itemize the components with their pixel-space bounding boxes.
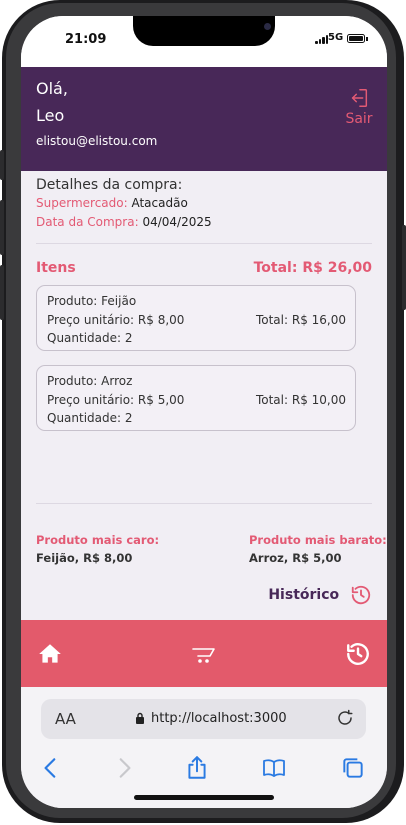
history-link-label: Histórico <box>268 587 340 603</box>
item-card: Produto: Arroz Preço unitário: R$ 5,00 T… <box>36 365 356 431</box>
purchase-total: Total: R$ 26,00 <box>253 260 372 276</box>
item-unit-price: Preço unitário: R$ 5,00 <box>47 393 185 407</box>
home-icon[interactable] <box>37 641 63 667</box>
store-line: Supermercado: Atacadão <box>36 196 188 210</box>
date-line: Data da Compra: 04/04/2025 <box>36 215 212 229</box>
mute-switch <box>0 150 4 180</box>
battery-icon <box>347 34 368 43</box>
home-indicator <box>134 795 274 800</box>
item-quantity: Quantidade: 2 <box>47 331 133 345</box>
history-icon <box>351 585 371 605</box>
user-name: Leo <box>36 106 65 125</box>
cart-icon[interactable] <box>191 641 217 667</box>
divider <box>36 243 372 244</box>
reload-icon[interactable] <box>336 709 354 727</box>
item-unit-price: Preço unitário: R$ 8,00 <box>47 313 185 327</box>
volume-up-button <box>0 200 4 255</box>
item-quantity: Quantidade: 2 <box>47 411 133 425</box>
item-total: Total: R$ 16,00 <box>255 313 346 327</box>
address-bar[interactable]: AA http://localhost:3000 <box>41 699 366 739</box>
share-icon[interactable] <box>184 755 210 781</box>
cheapest-value: Arroz, R$ 5,00 <box>249 551 342 565</box>
item-card: Produto: Feijão Preço unitário: R$ 8,00 … <box>36 285 356 351</box>
store-label: Supermercado: <box>36 196 128 210</box>
url-text: http://localhost:3000 <box>151 711 287 726</box>
volume-down-button <box>0 265 4 320</box>
bottom-nav <box>21 620 387 687</box>
text-size-button[interactable]: AA <box>55 710 76 728</box>
status-time: 21:09 <box>65 32 107 47</box>
most-expensive-value: Feijão, R$ 8,00 <box>36 551 133 565</box>
item-total: Total: R$ 10,00 <box>255 393 346 407</box>
most-expensive-label: Produto mais caro: <box>36 533 160 547</box>
power-button <box>402 225 406 310</box>
phone-screen: 21:09 5G Olá, Leo elistou@elistou.com Sa… <box>21 16 387 808</box>
user-email: elistou@elistou.com <box>36 134 158 148</box>
app-header: Olá, Leo elistou@elistou.com Sair <box>21 67 387 171</box>
logout-icon <box>351 89 368 107</box>
item-product: Produto: Arroz <box>47 374 133 388</box>
item-product: Produto: Feijão <box>47 294 137 308</box>
forward-icon[interactable] <box>111 755 137 781</box>
items-title: Itens <box>36 260 76 276</box>
greeting-text: Olá, <box>36 79 68 98</box>
purchase-details-title: Detalhes da compra: <box>36 177 183 193</box>
cheapest-label: Produto mais barato: <box>249 533 387 547</box>
date-label: Data da Compra: <box>36 215 139 229</box>
divider <box>36 503 372 504</box>
signal-icon <box>315 34 329 44</box>
back-icon[interactable] <box>38 755 64 781</box>
bookmarks-icon[interactable] <box>261 755 287 781</box>
browser-chrome: AA http://localhost:3000 <box>21 687 387 808</box>
date-value: 04/04/2025 <box>142 215 212 229</box>
lock-icon <box>136 712 144 724</box>
tabs-icon[interactable] <box>340 755 366 781</box>
logout-button[interactable]: Sair <box>339 87 379 127</box>
notch <box>133 16 275 46</box>
store-value: Atacadão <box>131 196 188 210</box>
history-icon[interactable] <box>345 641 371 667</box>
status-bar: 21:09 5G <box>21 16 387 67</box>
logout-label: Sair <box>345 111 373 127</box>
network-label: 5G <box>328 32 344 43</box>
front-camera <box>264 23 271 30</box>
history-link[interactable]: Histórico <box>268 584 372 606</box>
